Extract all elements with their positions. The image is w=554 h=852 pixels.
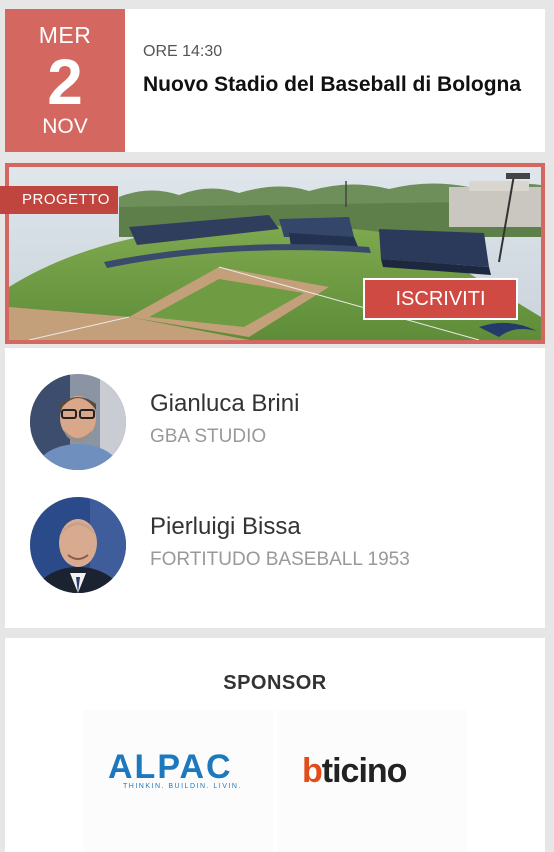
event-date-box: MER 2 NOV [5, 9, 125, 152]
event-day-of-week: MER [38, 22, 92, 48]
bticino-logo-b: b [302, 752, 323, 790]
sponsor-section: SPONSOR ALPAC THINKIN. BUILDIN. LIVIN. b… [5, 638, 545, 852]
bticino-logo: bticino [302, 752, 408, 791]
event-title[interactable]: Nuovo Stadio del Baseball di Bologna [143, 70, 533, 99]
speaker-item[interactable]: Pierluigi Bissa FORTITUDO BASEBALL 1953 [5, 497, 545, 597]
speaker-photo [30, 497, 126, 593]
speaker-name: Gianluca Brini [150, 390, 300, 417]
event-day-number: 2 [47, 46, 83, 118]
alpac-logo: ALPAC [108, 748, 233, 786]
sponsor-heading: SPONSOR [223, 672, 327, 694]
sponsor-logo-alpac[interactable]: ALPAC THINKIN. BUILDIN. LIVIN. [83, 710, 273, 852]
speaker-avatar [30, 497, 126, 593]
speaker-name: Pierluigi Bissa [150, 513, 301, 540]
alpac-tagline: THINKIN. BUILDIN. LIVIN. [123, 783, 242, 790]
event-time: ORE 14:30 [143, 43, 223, 60]
bticino-logo-rest: ticino [321, 752, 408, 790]
event-card: MER 2 NOV ORE 14:30 Nuovo Stadio del Bas… [5, 9, 545, 152]
iscriviti-button[interactable]: ISCRIVITI [363, 278, 518, 320]
speaker-organization: GBA STUDIO [150, 426, 267, 447]
speaker-item[interactable]: Gianluca Brini GBA STUDIO [5, 374, 545, 474]
speaker-organization: FORTITUDO BASEBALL 1953 [150, 549, 410, 570]
speakers-list: Gianluca Brini GBA STUDIO Pierluigi Biss… [5, 348, 545, 628]
event-month: NOV [42, 115, 88, 138]
sponsor-logo-bticino[interactable]: bticino [277, 710, 467, 852]
speaker-avatar [30, 374, 126, 470]
speaker-photo [30, 374, 126, 470]
progetto-tag: PROGETTO [0, 186, 118, 214]
